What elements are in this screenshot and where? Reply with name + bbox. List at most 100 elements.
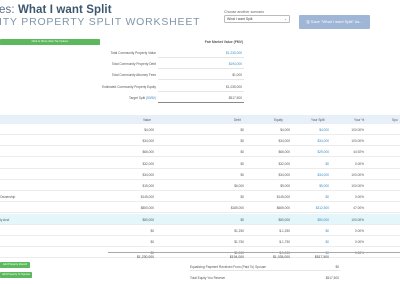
row-split-link[interactable]: $0 (305, 240, 329, 244)
table-row: ly Acct $50,000 $0 $50,000 $50,000 100.00% (0, 213, 400, 225)
row-percent: 44.92% (353, 150, 364, 155)
row-debt: $0 (240, 172, 244, 177)
row-value: $4,000 (144, 128, 154, 132)
save-icon: 🖫 (306, 19, 310, 24)
equalizing-value: $0 (335, 265, 339, 269)
row-percent: 100.00% (351, 217, 364, 222)
total-debt: $194,000 (229, 254, 244, 259)
row-split-link[interactable]: $0 (305, 195, 329, 199)
row-percent: 100.00% (351, 172, 364, 177)
add-property-button[interactable]: Add Property Record (0, 262, 30, 268)
row-debt: $1,750 (234, 240, 244, 244)
show-tax-options-button[interactable]: Click to Show other Tax Options (0, 39, 100, 45)
row-value: $34,000 (142, 172, 154, 177)
summary-value[interactable]: $194,000 (229, 62, 242, 66)
row-split-link[interactable]: $9,000 (305, 184, 329, 188)
row-equity: $665,000 (276, 206, 290, 211)
save-as-label: Save "What I want Split" As... (310, 19, 363, 24)
row-equity: $50,000 (278, 217, 290, 222)
row-value: $32,000 (142, 161, 154, 166)
row-debt: $0 (240, 128, 244, 132)
row-debt: $185,000 (230, 206, 244, 211)
row-equity: $4,000 (280, 128, 290, 132)
row-value: $850,000 (140, 206, 154, 211)
summary-row: Estimated Community Property Equity $1,0… (0, 82, 244, 92)
row-percent: 47.00% (353, 206, 364, 211)
scenario-value: What I want Split (227, 17, 253, 21)
summary-row: Total Community Property Debt $194,000 (0, 59, 244, 69)
table-row: $0 $1,750 $-1,750 $0 0.00% (0, 236, 400, 247)
row-equity: $32,000 (278, 161, 290, 166)
total-equity-value: $517,500 (325, 276, 339, 280)
scenario-label: Choose another scenario (224, 10, 265, 14)
equalizing-label: Equalizing Payment Received From (Paid T… (190, 265, 266, 269)
row-equity: $34,000 (278, 172, 290, 177)
row-split-link[interactable]: $312,500 (305, 206, 329, 210)
summary-label: Total Community Property Debt (111, 62, 156, 66)
table-row: Ownership $145,000 $0 $145,000 $0 0.00% (0, 191, 400, 203)
summary-row: Target Split (50/50) $517,500 (0, 93, 244, 103)
chevron-down-icon: ⌄ (284, 17, 287, 21)
page-subtitle: ITY PROPERTY SPLIT WORKSHEET (0, 16, 201, 28)
totals-divider (108, 252, 400, 253)
row-equity: $66,000 (278, 150, 290, 155)
total-equity: $1,035,000 (273, 254, 290, 259)
table-header (0, 115, 400, 124)
row-split-link[interactable]: $50,000 (305, 218, 329, 222)
summary-label: Total Community Attorney Fees (111, 73, 156, 77)
row-split-link[interactable]: $29,000 (305, 150, 329, 154)
summary-label: Target Split (50/50) (129, 96, 156, 100)
row-debt: $0 (240, 139, 244, 144)
row-split-link[interactable]: $34,000 (305, 173, 329, 177)
scenario-select[interactable]: What I want Split ⌄ (224, 15, 290, 23)
row-percent: 0.00% (354, 195, 364, 200)
row-value: $34,000 (142, 139, 154, 144)
row-debt: $6,000 (234, 184, 244, 188)
summary-label: Estimated Community Property Equity (102, 85, 156, 89)
table-row: $66,000 $0 $66,000 $29,000 44.92% (0, 146, 400, 158)
table-row: $850,000 $185,000 $665,000 $312,500 47.00% (0, 202, 400, 214)
row-split-link[interactable]: $0 (305, 162, 329, 166)
row-debt: $0 (240, 195, 244, 200)
summary-row: Total Community Attorney Fees $1,000 (0, 70, 244, 80)
row-percent: 0.00% (354, 161, 364, 166)
summary-value[interactable]: $1,230,000 (226, 51, 242, 55)
col-debt-header: Debt (234, 118, 241, 122)
row-equity: $9,000 (280, 184, 290, 188)
row-debt: $0 (240, 161, 244, 166)
row-value: $50,000 (142, 217, 154, 222)
row-percent: 100.00% (351, 139, 364, 144)
summary-value: $517,500 (228, 96, 242, 100)
col-spouse-header: Spo (392, 118, 398, 122)
table-row: $34,000 $0 $34,000 $34,000 100.00% (0, 135, 400, 147)
summary-row: Total Community Property Value $1,230,00… (0, 48, 244, 58)
col-percent-header: Your % (354, 118, 365, 122)
row-percent: 100.00% (351, 128, 364, 132)
row-debt: $1,250 (234, 228, 244, 233)
table-row: $4,000 $0 $4,000 $4,000 100.00% (0, 124, 400, 135)
row-label: ly Acct (0, 217, 10, 222)
table-row: $15,000 $6,000 $9,000 $9,000 100.00% (0, 180, 400, 191)
total-value: $1,230,000 (137, 254, 154, 259)
row-percent: 100.00% (351, 184, 364, 188)
row-value: $0 (150, 228, 154, 233)
add-property-spouse-button[interactable]: Add Property To Spouse (0, 272, 32, 278)
row-split-link[interactable]: $4,000 (305, 128, 329, 132)
save-as-button[interactable]: 🖫 Save "What I want Split" As... (299, 15, 370, 29)
total-equity-label: Total Equity You Receive (190, 276, 226, 280)
row-split-link[interactable]: $0 (305, 229, 329, 233)
row-value: $15,000 (142, 184, 154, 188)
table-row: $32,000 $0 $32,000 $0 0.00% (0, 158, 400, 169)
summary-label: Total Community Property Value (110, 51, 156, 55)
summary-value: $1,035,000 (226, 85, 242, 89)
split-ratio-link[interactable]: (50/50) (146, 96, 156, 100)
total-split: $517,500 (314, 254, 329, 259)
row-value: $145,000 (140, 195, 154, 200)
row-split-link[interactable]: $34,000 (305, 139, 329, 143)
row-label: Ownership (0, 195, 16, 200)
summary-value: $1,000 (232, 73, 242, 77)
row-value: $0 (150, 240, 154, 244)
page-title: es: What I want Split (0, 4, 112, 16)
table-row: $0 $1,250 $-1,250 $0 0.00% (0, 225, 400, 236)
col-equity-header: Equity (274, 118, 283, 122)
